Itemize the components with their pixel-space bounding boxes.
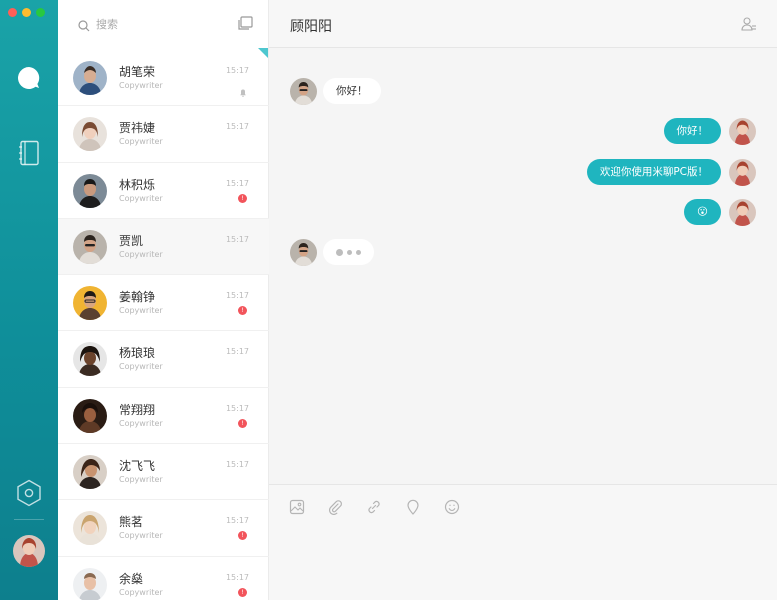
contact-name: 林积烁 — [119, 177, 156, 192]
minimize-window-button[interactable] — [22, 8, 31, 17]
search-icon — [78, 17, 90, 36]
contact-time: 15:17 — [225, 347, 249, 357]
conversation-list: 胡笔荣 Copywriter 15:17 贾祎婕 Copywriter 15:1… — [58, 0, 269, 600]
contact-role: Copywriter — [119, 306, 163, 316]
contact-role: Copywriter — [119, 475, 163, 485]
contact-role: Copywriter — [119, 193, 163, 203]
my-message-avatar — [729, 118, 756, 145]
unread-badge: ! — [238, 418, 247, 428]
typing-indicator — [323, 239, 374, 265]
contact-name: 余燊 — [119, 571, 144, 586]
chat-header: 顾阳阳 — [269, 0, 777, 48]
contact-name: 熊茗 — [119, 515, 144, 530]
contact-time: 15:17 — [225, 66, 249, 75]
contact-row-active[interactable]: 贾凯 Copywriter 15:17 — [58, 218, 269, 276]
contact-row[interactable]: 贾祎婕 Copywriter 15:17 — [58, 106, 269, 163]
contact-role: Copywriter — [119, 81, 163, 90]
contact-time: 15:17 — [225, 460, 249, 470]
maximize-window-button[interactable] — [36, 8, 45, 17]
contact-rows: 胡笔荣 Copywriter 15:17 贾祎婕 Copywriter 15:1… — [58, 50, 269, 600]
contact-name: 杨琅琅 — [119, 346, 156, 361]
contact-row[interactable]: 常翔翔 Copywriter 15:17 ! — [58, 388, 269, 445]
contact-role: Copywriter — [119, 418, 163, 428]
my-avatar[interactable] — [13, 535, 45, 567]
contact-avatar — [73, 567, 107, 600]
message-bubble-emoji: 😮 — [684, 199, 721, 225]
contact-time: 15:17 — [225, 234, 249, 244]
unread-badge: ! — [238, 587, 247, 597]
contact-row[interactable]: 余燊 Copywriter 15:17 ! — [58, 557, 269, 600]
new-chat-icon[interactable] — [237, 16, 253, 35]
contact-name: 贾凯 — [119, 233, 144, 248]
contact-avatar — [73, 117, 107, 152]
image-icon[interactable] — [288, 498, 306, 516]
contact-row[interactable]: 熊茗 Copywriter 15:17 ! — [58, 500, 269, 557]
close-window-button[interactable] — [8, 8, 17, 17]
contact-row[interactable]: 胡笔荣 Copywriter 15:17 — [58, 50, 269, 107]
contact-row[interactable]: 沈飞飞 Copywriter 15:17 — [58, 444, 269, 501]
contact-role: Copywriter — [119, 362, 163, 372]
attachment-icon[interactable] — [326, 498, 344, 516]
contact-avatar — [73, 173, 107, 208]
contact-role: Copywriter — [119, 249, 163, 259]
contact-avatar — [73, 342, 107, 377]
contact-role: Copywriter — [119, 587, 163, 597]
contact-role: Copywriter — [119, 137, 163, 147]
mute-icon — [240, 82, 246, 101]
contact-time: 15:17 — [225, 291, 249, 301]
settings-hexagon-icon[interactable] — [14, 478, 44, 508]
contact-avatar — [73, 286, 107, 321]
contact-row[interactable]: 杨琅琅 Copywriter 15:17 — [58, 331, 269, 388]
message-bubble-outgoing: 你好！ — [663, 118, 721, 144]
my-message-avatar — [729, 199, 756, 226]
unread-badge: ! — [238, 531, 247, 541]
search-bar — [58, 0, 269, 48]
sender-avatar — [290, 239, 317, 266]
contact-role: Copywriter — [119, 531, 163, 541]
message-bubble-incoming: 你好！ — [323, 78, 381, 104]
contact-name: 常翔翔 — [119, 402, 156, 417]
chat-title: 顾阳阳 — [290, 19, 332, 35]
rail-divider — [14, 519, 44, 520]
search-input[interactable] — [96, 15, 226, 33]
my-message-avatar — [729, 159, 756, 186]
contact-avatar — [73, 511, 107, 546]
contact-name: 沈飞飞 — [119, 459, 156, 474]
message-bubble-outgoing: 欢迎你使用米聊PC版！ — [586, 159, 721, 185]
contact-time: 15:17 — [225, 572, 249, 582]
contacts-book-icon[interactable] — [14, 138, 44, 168]
sender-avatar — [290, 78, 317, 105]
app-rail — [0, 0, 58, 600]
chat-bubble-icon[interactable] — [14, 63, 44, 93]
chat-pane: 顾阳阳 你好！ 你好！ 欢迎你使用米聊PC版！ 😮 — [269, 0, 777, 600]
contact-row[interactable]: 姜翰铮 Copywriter 15:17 ! — [58, 275, 269, 332]
contact-name: 贾祎婕 — [119, 121, 156, 136]
contact-avatar — [73, 455, 107, 490]
window-controls — [8, 8, 45, 17]
emoji-icon[interactable] — [443, 498, 461, 516]
contact-avatar — [73, 61, 107, 95]
contact-avatar — [73, 398, 107, 433]
contact-time: 15:17 — [225, 516, 249, 526]
contact-info-icon[interactable] — [741, 16, 757, 36]
message-composer[interactable] — [269, 484, 777, 600]
contact-avatar — [73, 229, 107, 264]
contact-time: 15:17 — [225, 122, 249, 132]
contact-time: 15:17 — [225, 403, 249, 413]
contact-row[interactable]: 林积烁 Copywriter 15:17 ! — [58, 163, 269, 219]
location-icon[interactable] — [404, 498, 422, 516]
link-icon[interactable] — [365, 498, 383, 516]
unread-badge: ! — [238, 193, 247, 203]
contact-name: 胡笔荣 — [119, 65, 156, 79]
unread-badge: ! — [238, 306, 247, 316]
contact-name: 姜翰铮 — [119, 290, 156, 305]
contact-time: 15:17 — [225, 178, 249, 188]
